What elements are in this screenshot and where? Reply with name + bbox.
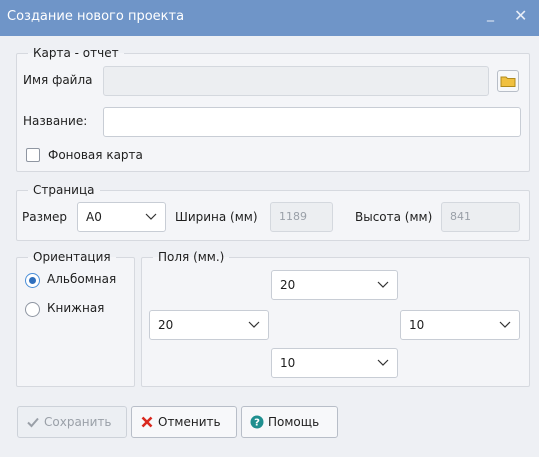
size-select[interactable]: A0 [77, 202, 166, 232]
close-button[interactable]: ✕ [514, 6, 527, 25]
report-map-legend: Карта - отчет [33, 46, 119, 60]
chevron-down-icon [248, 321, 260, 328]
folder-icon [500, 76, 516, 87]
margin-left-select[interactable]: 20 [149, 310, 269, 340]
title-bar: Создание нового проекта _ ✕ [0, 0, 539, 36]
height-field: 841 [441, 202, 520, 232]
chevron-down-icon [377, 359, 389, 366]
minimize-button[interactable]: _ [487, 6, 494, 22]
margin-top-select[interactable]: 20 [271, 270, 398, 300]
question-circle-icon: ? [250, 415, 264, 429]
width-field: 1189 [270, 202, 333, 232]
chevron-down-icon [145, 213, 157, 220]
size-value: A0 [86, 210, 102, 224]
save-button[interactable]: Сохранить [17, 406, 127, 438]
dialog-window: Создание нового проекта _ ✕ Карта - отче… [0, 0, 539, 457]
cancel-button[interactable]: Отменить [131, 406, 237, 438]
orientation-portrait-label[interactable]: Книжная [47, 301, 104, 315]
width-value: 1189 [279, 210, 307, 223]
size-label: Размер [22, 210, 68, 224]
cancel-button-label: Отменить [158, 415, 221, 429]
orientation-legend: Ориентация [33, 250, 111, 264]
orientation-portrait-radio[interactable] [25, 302, 40, 317]
orientation-group: Ориентация [16, 250, 135, 387]
margin-left-value: 20 [158, 318, 174, 332]
page-legend: Страница [33, 183, 95, 197]
svg-text:?: ? [254, 418, 260, 429]
browse-button[interactable] [497, 70, 519, 92]
margin-right-select[interactable]: 10 [400, 310, 520, 340]
margin-top-value: 20 [280, 278, 296, 292]
filename-label: Имя файла [23, 73, 93, 87]
margin-bottom-value: 10 [280, 356, 296, 370]
filename-field[interactable] [103, 66, 489, 96]
name-label: Название: [23, 114, 88, 128]
margin-right-value: 10 [409, 318, 425, 332]
check-icon [27, 417, 39, 428]
margins-legend: Поля (мм.) [158, 250, 225, 264]
height-label: Высота (мм) [355, 210, 433, 224]
name-field[interactable] [103, 107, 521, 137]
chevron-down-icon [377, 281, 389, 288]
margin-bottom-select[interactable]: 10 [271, 348, 398, 378]
x-icon [141, 416, 153, 428]
save-button-label: Сохранить [44, 415, 112, 429]
height-value: 841 [450, 210, 471, 223]
chevron-down-icon [499, 321, 511, 328]
width-label: Ширина (мм) [175, 210, 258, 224]
background-map-checkbox[interactable] [26, 148, 40, 162]
orientation-landscape-label[interactable]: Альбомная [47, 272, 116, 286]
help-button[interactable]: ? Помощь [241, 406, 338, 438]
help-button-label: Помощь [268, 415, 320, 429]
orientation-landscape-radio[interactable] [25, 273, 40, 288]
window-title: Создание нового проекта [7, 9, 185, 24]
background-map-label[interactable]: Фоновая карта [48, 148, 143, 162]
